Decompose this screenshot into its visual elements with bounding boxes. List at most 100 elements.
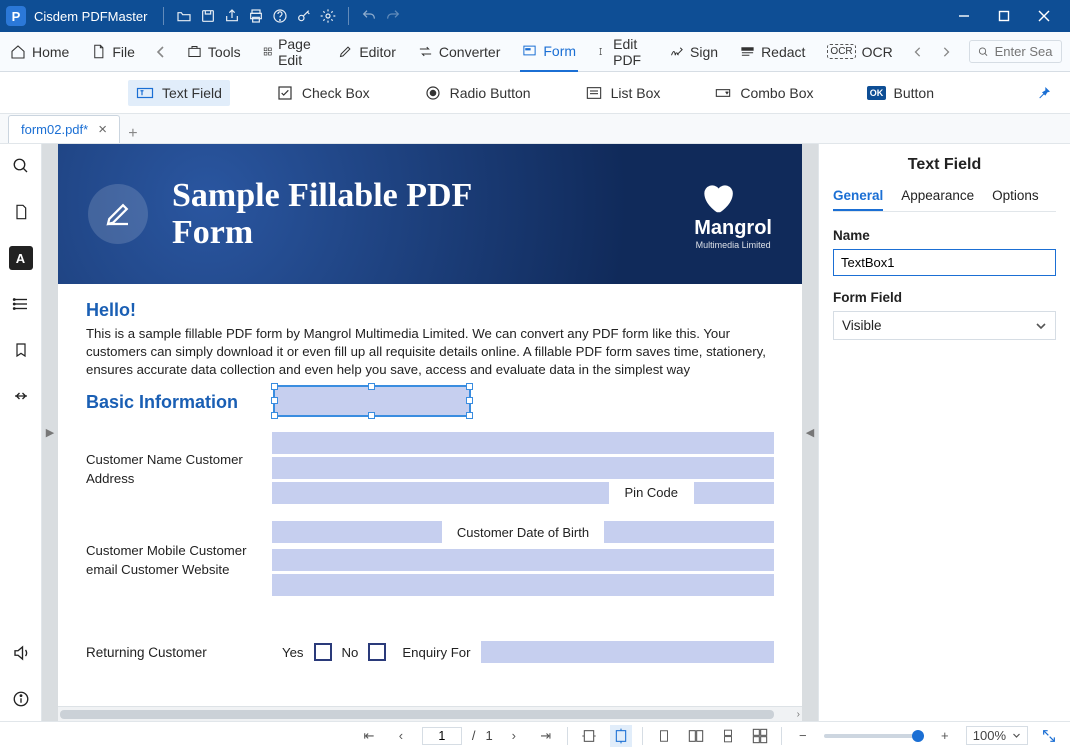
key-icon[interactable] [292, 4, 316, 28]
tool-combobox[interactable]: Combo Box [706, 80, 821, 106]
tool-checkbox[interactable]: Check Box [268, 80, 378, 106]
label-name: Name [833, 228, 1056, 243]
tool-textfield[interactable]: Text Field [128, 80, 230, 106]
field-address-2[interactable] [272, 482, 609, 504]
pin-icon[interactable] [1036, 85, 1052, 101]
sidebar-info-icon[interactable] [9, 687, 33, 711]
two-page-icon[interactable] [685, 725, 707, 747]
first-page-button[interactable]: ⇤ [358, 725, 380, 747]
checkbox-yes[interactable] [314, 643, 332, 661]
field-dob[interactable] [604, 521, 774, 543]
textfield-icon [136, 84, 154, 102]
minimize-button[interactable] [944, 0, 984, 32]
single-page-icon[interactable] [653, 725, 675, 747]
help-icon[interactable] [268, 4, 292, 28]
selected-form-field[interactable] [274, 386, 470, 416]
next-page-button[interactable]: › [503, 725, 525, 747]
panel-tab-options[interactable]: Options [992, 188, 1039, 211]
last-page-button[interactable]: ⇥ [535, 725, 557, 747]
sidebar-search-icon[interactable] [9, 154, 33, 178]
add-tab-button[interactable]: + [120, 125, 146, 143]
expand-left-icon[interactable]: ▶ [46, 426, 54, 439]
tab-ocr[interactable]: OCROCR [825, 32, 894, 72]
sidebar-page-icon[interactable] [9, 200, 33, 224]
page-number-input[interactable] [422, 727, 462, 745]
document-page[interactable]: Sample Fillable PDF Form Mangrol Multime… [58, 144, 802, 721]
redo-icon[interactable] [381, 4, 405, 28]
tab-file[interactable]: File [89, 32, 137, 72]
input-name[interactable] [833, 249, 1056, 276]
search-box[interactable] [969, 40, 1062, 63]
field-enquiry[interactable] [481, 641, 774, 663]
tab-sign[interactable]: Sign [667, 32, 720, 72]
zoom-in-button[interactable]: + [934, 725, 956, 747]
fullscreen-icon[interactable] [1038, 725, 1060, 747]
tool-button[interactable]: OKButton [860, 80, 942, 106]
share-icon[interactable] [220, 4, 244, 28]
sidebar-sound-icon[interactable] [9, 641, 33, 665]
tabs-next[interactable] [941, 46, 951, 58]
sidebar-outline-icon[interactable] [9, 292, 33, 316]
label-customer-name: Customer Name Customer Address [86, 451, 272, 488]
search-input[interactable] [995, 44, 1053, 59]
tool-listbox[interactable]: List Box [577, 80, 669, 106]
label-pincode: Pin Code [615, 482, 688, 507]
tool-radio[interactable]: Radio Button [416, 80, 539, 106]
combobox-icon [714, 84, 732, 102]
fit-width-icon[interactable] [578, 725, 600, 747]
expand-right-icon[interactable]: ◀ [806, 426, 814, 439]
close-tab-icon[interactable]: × [98, 121, 107, 138]
file-tab-name: form02.pdf* [21, 122, 88, 137]
field-email[interactable] [272, 549, 774, 571]
left-gutter[interactable]: ▶ [42, 144, 58, 721]
tab-editor[interactable]: Editor [336, 32, 398, 72]
fit-page-icon[interactable] [610, 725, 632, 747]
brand-block: Mangrol Multimedia Limited [694, 179, 772, 250]
left-sidebar: A [0, 144, 42, 721]
sidebar-crop-icon[interactable] [9, 384, 33, 408]
zoom-select[interactable]: 100% [966, 726, 1028, 745]
settings-icon[interactable] [316, 4, 340, 28]
chevron-down-icon [1035, 320, 1047, 332]
app-logo: P [6, 6, 26, 26]
tab-tools[interactable]: Tools [185, 32, 243, 72]
tabs-prev2[interactable] [913, 46, 923, 58]
continuous-two-icon[interactable] [749, 725, 771, 747]
tab-editpdf[interactable]: Edit PDF [596, 32, 649, 72]
continuous-icon[interactable] [717, 725, 739, 747]
tab-pageedit[interactable]: Page Edit [261, 32, 319, 72]
undo-icon[interactable] [357, 4, 381, 28]
zoom-out-button[interactable]: − [792, 725, 814, 747]
tab-form[interactable]: Form [520, 32, 578, 72]
tab-converter[interactable]: Converter [416, 32, 502, 72]
sidebar-bookmark-icon[interactable] [9, 338, 33, 362]
sidebar-annotation-icon[interactable]: A [9, 246, 33, 270]
horizontal-scrollbar[interactable]: ‹ › [58, 706, 802, 721]
close-button[interactable] [1024, 0, 1064, 32]
tab-redact[interactable]: Redact [738, 32, 807, 72]
field-address-1[interactable] [272, 457, 774, 479]
panel-tab-general[interactable]: General [833, 188, 883, 211]
prev-page-button[interactable]: ‹ [390, 725, 412, 747]
field-mobile[interactable] [272, 521, 442, 543]
print-icon[interactable] [244, 4, 268, 28]
open-icon[interactable] [172, 4, 196, 28]
field-pincode[interactable] [694, 482, 774, 504]
field-website[interactable] [272, 574, 774, 596]
tab-home[interactable]: Home [8, 32, 71, 72]
file-tab[interactable]: form02.pdf* × [8, 115, 120, 143]
zoom-slider[interactable] [824, 734, 924, 738]
save-icon[interactable] [196, 4, 220, 28]
main-toolbar: Home File Tools Page Edit Editor Convert… [0, 32, 1070, 72]
field-customer-name[interactable] [272, 432, 774, 454]
tabs-prev[interactable] [155, 46, 167, 58]
checkbox-no[interactable] [368, 643, 386, 661]
maximize-button[interactable] [984, 0, 1024, 32]
panel-tab-appearance[interactable]: Appearance [901, 188, 974, 211]
banner-title-1: Sample Fillable PDF [172, 177, 472, 214]
file-tabs: form02.pdf* × + [0, 114, 1070, 144]
hello-heading: Hello! [86, 300, 774, 321]
listbox-icon [585, 84, 603, 102]
right-gutter[interactable]: ◀ [802, 144, 818, 721]
select-formfield[interactable]: Visible [833, 311, 1056, 340]
